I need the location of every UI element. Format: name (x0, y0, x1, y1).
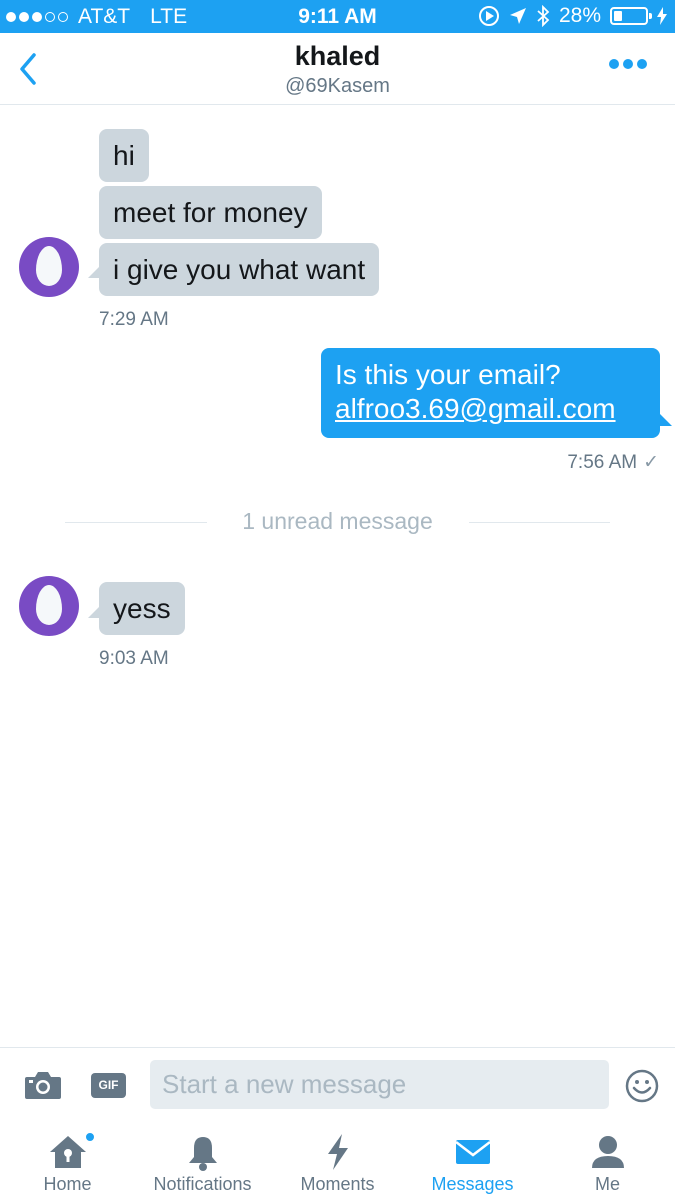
tab-label: Me (594, 1174, 620, 1194)
unread-divider-label: 1 unread message (242, 508, 433, 534)
default-egg-icon (36, 585, 62, 625)
tab-label: Notifications (153, 1174, 252, 1194)
message-timestamp: 9:03 AM (99, 648, 169, 669)
smiley-icon (625, 1069, 659, 1103)
camera-icon (25, 1072, 61, 1099)
bell-icon (188, 1137, 217, 1171)
message-input[interactable] (150, 1060, 609, 1109)
tab-label: Home (43, 1174, 92, 1194)
tab-label: Messages (431, 1174, 514, 1194)
sent-check-icon: ✓ (643, 452, 659, 473)
bluetooth-icon (537, 5, 550, 27)
conversation-header: khaled @69Kasem (0, 33, 675, 105)
message-bubble-incoming[interactable]: yess (99, 582, 185, 635)
tab-bar: Home Notifications Moments Messages Me (0, 1122, 675, 1200)
tab-home[interactable]: Home (0, 1122, 135, 1200)
contact-handle[interactable]: @69Kasem (0, 75, 675, 98)
new-content-dot (85, 1132, 95, 1142)
message-bubble-incoming[interactable]: i give you what want (99, 243, 380, 296)
lightning-icon (327, 1134, 348, 1170)
tab-moments[interactable]: Moments (270, 1122, 405, 1200)
message-timestamp: 7:56 AM (567, 452, 638, 473)
message-bubble-incoming[interactable]: hi (99, 129, 149, 182)
battery-icon (610, 7, 652, 25)
more-options-button[interactable] (609, 59, 647, 69)
tab-messages[interactable]: Messages (405, 1122, 540, 1200)
charging-bolt-icon (657, 7, 667, 25)
status-bar: AT&T LTE 9:11 AM 28% (0, 0, 675, 33)
home-icon (49, 1136, 86, 1168)
person-icon (591, 1136, 624, 1168)
message-bubble-incoming[interactable]: meet for money (99, 186, 322, 239)
screen-recording-icon (478, 6, 499, 26)
bubble-tail (660, 414, 672, 426)
avatar[interactable] (19, 237, 79, 297)
status-right: 28% (478, 4, 667, 28)
gif-button[interactable]: GIF (91, 1073, 126, 1098)
email-link[interactable]: alfroo3.69@gmail.com (335, 392, 646, 426)
envelope-icon (454, 1140, 491, 1164)
outgoing-timestamp: 7:56 AM ✓ (567, 451, 659, 474)
bubble-tail (88, 606, 100, 618)
camera-button[interactable] (24, 1070, 62, 1100)
message-timestamp: 7:29 AM (99, 309, 169, 330)
location-arrow-icon (509, 8, 526, 24)
tab-notifications[interactable]: Notifications (135, 1122, 270, 1200)
contact-name[interactable]: khaled (0, 41, 675, 72)
message-composer: GIF (0, 1047, 675, 1122)
outgoing-text: Is this your email? (335, 359, 561, 390)
message-bubble-outgoing[interactable]: Is this your email? alfroo3.69@gmail.com (321, 348, 660, 438)
tab-me[interactable]: Me (540, 1122, 675, 1200)
battery-percent: 28% (558, 4, 601, 27)
avatar[interactable] (19, 576, 79, 636)
emoji-button[interactable] (624, 1068, 660, 1104)
tab-label: Moments (300, 1174, 375, 1194)
bubble-tail (88, 266, 100, 278)
default-egg-icon (36, 246, 62, 286)
more-dots-icon (609, 59, 619, 69)
